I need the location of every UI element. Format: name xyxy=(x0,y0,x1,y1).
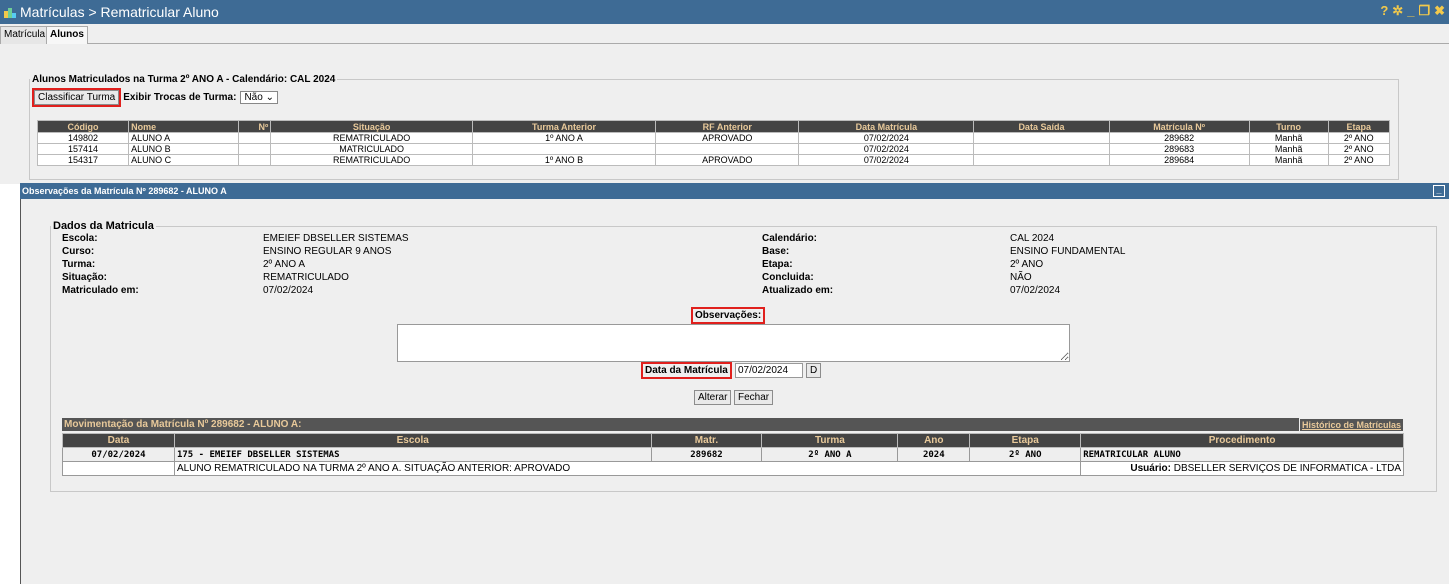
matriculado-em-value: 07/02/2024 xyxy=(263,285,314,296)
dialog-titlebar: Observações da Matrícula Nº 289682 - ALU… xyxy=(20,183,1449,199)
escola-value: EMEIEF DBSELLER SISTEMAS xyxy=(263,233,409,244)
data-matricula-label: Data da Matrícula xyxy=(641,362,732,379)
curso-label: Curso: xyxy=(62,246,95,257)
col-nome[interactable]: Nome xyxy=(128,120,239,133)
situacao-label: Situação: xyxy=(62,272,108,283)
col-turma-anterior[interactable]: Turma Anterior xyxy=(471,120,657,133)
minimize-icon[interactable]: _ xyxy=(1407,3,1414,19)
tab-alunos[interactable]: Alunos xyxy=(46,26,88,45)
students-legend: Alunos Matriculados na Turma 2º ANO A - … xyxy=(32,74,336,85)
col-matricula-numero[interactable]: Matrícula Nº xyxy=(1108,120,1250,133)
mov-col-turma: Turma xyxy=(761,433,899,448)
situacao-value: REMATRICULADO xyxy=(263,272,349,283)
table-row[interactable]: 149802 ALUNO A REMATRICULADO 1º ANO A AP… xyxy=(36,132,1390,144)
window-title: Matrículas > Rematricular Aluno xyxy=(20,4,219,20)
mov-col-etapa: Etapa xyxy=(969,433,1082,448)
table-row: ALUNO REMATRICULADO NA TURMA 2º ANO A. S… xyxy=(62,461,1404,476)
turma-label: Turma: xyxy=(62,259,96,270)
concluida-value: NÃO xyxy=(1010,272,1032,283)
mov-col-data: Data xyxy=(62,433,175,448)
usuario-value: DBSELLER SERVIÇOS DE INFORMATICA - LTDA xyxy=(1173,463,1401,474)
etapa-label: Etapa: xyxy=(762,259,793,270)
col-turno[interactable]: Turno xyxy=(1248,120,1329,133)
mov-col-ano: Ano xyxy=(897,433,971,448)
dialog-title: Observações da Matrícula Nº 289682 - ALU… xyxy=(22,186,227,196)
col-numero[interactable]: Nº xyxy=(237,120,272,133)
atualizado-em-value: 07/02/2024 xyxy=(1010,285,1061,296)
chevron-down-icon: ⌄ xyxy=(265,92,274,103)
historico-matriculas-link[interactable]: Histórico de Matrículas xyxy=(1298,418,1404,433)
date-picker-button[interactable]: D xyxy=(806,363,822,378)
table-row[interactable]: 154317 ALUNO C REMATRICULADO 1º ANO B AP… xyxy=(36,154,1390,166)
observacoes-textarea[interactable] xyxy=(397,324,1070,362)
alterar-button[interactable]: Alterar xyxy=(694,390,732,405)
movimentacao-table: Data Escola Matr. Turma Ano Etapa Proced… xyxy=(62,433,1404,476)
movimentacao-title: Movimentação da Matrícula Nº 289682 - AL… xyxy=(64,419,302,430)
matriculado-em-label: Matriculado em: xyxy=(62,285,139,296)
table-row[interactable]: 157414 ALUNO B MATRICULADO 07/02/2024 28… xyxy=(36,143,1390,155)
base-value: ENSINO FUNDAMENTAL xyxy=(1010,246,1126,257)
observacoes-label: Observações: xyxy=(690,307,766,324)
col-rf-anterior[interactable]: RF Anterior xyxy=(655,120,800,133)
turma-value: 2º ANO A xyxy=(263,259,306,270)
help-icon[interactable]: ? xyxy=(1380,3,1388,19)
mov-col-escola: Escola xyxy=(173,433,652,448)
col-data-matricula[interactable]: Data Matrícula xyxy=(798,120,975,133)
calendario-label: Calendário: xyxy=(762,233,818,244)
tab-bar: Matrícula Alunos xyxy=(0,24,1449,45)
dialog-body: Dados da Matricula Escola: EMEIEF DBSELL… xyxy=(20,199,1449,584)
movimentacao-header: Movimentação da Matrícula Nº 289682 - AL… xyxy=(62,418,1404,433)
usuario-label: Usuário: xyxy=(1130,463,1171,474)
window-titlebar: Matrículas > Rematricular Aluno ? ✲ _ ❐ … xyxy=(0,0,1449,24)
table-row: 07/02/2024 175 - EMEIEF DBSELLER SISTEMA… xyxy=(62,447,1404,462)
base-label: Base: xyxy=(762,246,790,257)
col-situacao[interactable]: Situação xyxy=(270,120,473,133)
students-table: Código Nome Nº Situação Turma Anterior R… xyxy=(36,120,1390,166)
classify-class-button[interactable]: Classificar Turma xyxy=(31,88,122,107)
calendario-value: CAL 2024 xyxy=(1010,233,1055,244)
atualizado-em-label: Atualizado em: xyxy=(762,285,834,296)
app-logo-icon xyxy=(4,8,16,18)
dados-matricula-legend: Dados da Matricula xyxy=(53,220,154,232)
curso-value: ENSINO REGULAR 9 ANOS xyxy=(263,246,392,257)
dialog-minimize-icon[interactable]: _ xyxy=(1433,185,1445,197)
show-changes-select[interactable]: Não ⌄ xyxy=(240,91,278,104)
concluida-label: Concluida: xyxy=(762,272,814,283)
gear-icon[interactable]: ✲ xyxy=(1392,3,1403,19)
students-panel: Alunos Matriculados na Turma 2º ANO A - … xyxy=(0,44,1449,184)
show-changes-label: Exibir Trocas de Turma: xyxy=(123,92,237,103)
escola-label: Escola: xyxy=(62,233,98,244)
col-codigo[interactable]: Código xyxy=(36,120,130,133)
restore-icon[interactable]: ❐ xyxy=(1418,3,1430,19)
close-icon[interactable]: ✖ xyxy=(1434,3,1445,19)
movimentacao-user: Usuário: DBSELLER SERVIÇOS DE INFORMATIC… xyxy=(1080,461,1404,476)
col-etapa[interactable]: Etapa xyxy=(1327,120,1390,133)
data-matricula-input[interactable] xyxy=(735,363,803,378)
fechar-button[interactable]: Fechar xyxy=(734,390,774,405)
movimentacao-note: ALUNO REMATRICULADO NA TURMA 2º ANO A. S… xyxy=(173,461,1082,476)
tab-matricula[interactable]: Matrícula xyxy=(0,26,50,44)
mov-col-matr: Matr. xyxy=(650,433,763,448)
col-data-saida[interactable]: Data Saída xyxy=(973,120,1110,133)
etapa-value: 2º ANO xyxy=(1010,259,1044,270)
mov-col-procedimento: Procedimento xyxy=(1080,433,1404,448)
